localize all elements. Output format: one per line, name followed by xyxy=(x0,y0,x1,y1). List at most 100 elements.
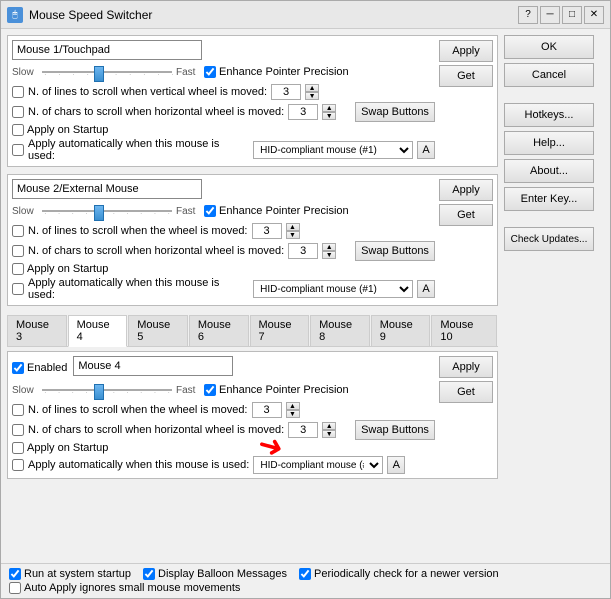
mouse4-auto-checkbox[interactable] xyxy=(12,459,24,471)
mouse1-thumb[interactable] xyxy=(94,66,104,82)
mouse1-chars-input[interactable] xyxy=(288,104,318,120)
mouse1-startup-row: Apply on Startup xyxy=(12,124,435,136)
mouse4-a-button[interactable]: A xyxy=(387,456,405,474)
mouse1-lines-checkbox[interactable] xyxy=(12,86,24,98)
mouse2-chars-checkbox[interactable] xyxy=(12,245,24,257)
tab-mouse3[interactable]: Mouse 3 xyxy=(7,315,67,346)
mouse2-speed-row: Slow ·········· Fast Enhance Pointer Pre… xyxy=(12,203,435,219)
check-updates-button[interactable]: Check Updates... xyxy=(504,227,594,251)
tab-mouse4[interactable]: Mouse 4 xyxy=(68,315,128,347)
mouse4-swap-button[interactable]: Swap Buttons xyxy=(355,420,435,440)
mouse1-lines-input[interactable] xyxy=(271,84,301,100)
startup-checkbox[interactable] xyxy=(9,568,21,580)
tab-mouse8[interactable]: Mouse 8 xyxy=(310,315,370,346)
maximize-button[interactable]: □ xyxy=(562,6,582,24)
mouse4-enabled-row: Enabled xyxy=(12,356,435,380)
mouse2-chars-up[interactable]: ▲ xyxy=(322,243,336,251)
right-panel: OK Cancel Hotkeys... Help... About... En… xyxy=(504,35,604,557)
mouse4-dropdown[interactable]: HID-compliant mouse (#1) xyxy=(253,456,383,474)
mouse4-lines-label: N. of lines to scroll when the wheel is … xyxy=(28,404,248,416)
mouse4-get-button[interactable]: Get xyxy=(439,381,493,403)
mouse4-auto-label: Apply automatically when this mouse is u… xyxy=(28,459,249,471)
mouse2-slider[interactable]: ·········· xyxy=(42,203,172,219)
mouse2-startup-checkbox[interactable] xyxy=(12,263,24,275)
mouse4-startup-checkbox[interactable] xyxy=(12,442,24,454)
tab-mouse6[interactable]: Mouse 6 xyxy=(189,315,249,346)
mouse4-lines-checkbox[interactable] xyxy=(12,404,24,416)
periodic-row: Periodically check for a newer version xyxy=(299,568,499,580)
mouse2-chars-input[interactable] xyxy=(288,243,318,259)
startup-label: Run at system startup xyxy=(24,568,131,580)
enter-key-button[interactable]: Enter Key... xyxy=(504,187,594,211)
mouse2-auto-checkbox[interactable] xyxy=(12,283,24,295)
close-button[interactable]: ✕ xyxy=(584,6,604,24)
mouse1-chars-up[interactable]: ▲ xyxy=(322,104,336,112)
ok-button[interactable]: OK xyxy=(504,35,594,59)
mouse4-chars-input[interactable] xyxy=(288,422,318,438)
mouse2-enhance-checkbox[interactable] xyxy=(204,205,216,217)
mouse1-get-button[interactable]: Get xyxy=(439,65,493,87)
mouse1-speed-row: Slow ·········· Fast Enhance Pointer Pre… xyxy=(12,64,435,80)
mouse1-slider[interactable]: ·········· xyxy=(42,64,172,80)
mouse1-lines-up[interactable]: ▲ xyxy=(305,84,319,92)
mouse2-lines-down[interactable]: ▼ xyxy=(286,231,300,239)
tab-mouse10[interactable]: Mouse 10 xyxy=(431,315,497,346)
mouse2-chars-down[interactable]: ▼ xyxy=(322,251,336,259)
mouse2-a-button[interactable]: A xyxy=(417,280,435,298)
periodic-checkbox[interactable] xyxy=(299,568,311,580)
mouse1-dropdown[interactable]: HID-compliant mouse (#1) xyxy=(253,141,413,159)
mouse2-lines-checkbox[interactable] xyxy=(12,225,24,237)
auto-apply-checkbox[interactable] xyxy=(9,582,21,594)
mouse2-lines-up[interactable]: ▲ xyxy=(286,223,300,231)
mouse1-swap-button[interactable]: Swap Buttons xyxy=(355,102,435,122)
mouse4-lines-up[interactable]: ▲ xyxy=(286,402,300,410)
mouse4-lines-down[interactable]: ▼ xyxy=(286,410,300,418)
main-window: 🖱 Mouse Speed Switcher ? ─ □ ✕ Slow xyxy=(0,0,611,599)
left-panel: Slow ·········· Fast Enhance Pointer Pre… xyxy=(7,35,498,557)
mouse1-enhance-checkbox[interactable] xyxy=(204,66,216,78)
mouse4-chars-down[interactable]: ▼ xyxy=(322,430,336,438)
tab-mouse5[interactable]: Mouse 5 xyxy=(128,315,188,346)
balloon-checkbox[interactable] xyxy=(143,568,155,580)
mouse2-dropdown[interactable]: HID-compliant mouse (#1) xyxy=(253,280,413,298)
tab-mouse7[interactable]: Mouse 7 xyxy=(250,315,310,346)
startup-row: Run at system startup xyxy=(9,568,131,580)
mouse4-left: Enabled Slow ·········· Fa xyxy=(12,356,435,474)
mouse1-a-button[interactable]: A xyxy=(417,141,435,159)
mouse4-chars-checkbox[interactable] xyxy=(12,424,24,436)
mouse1-auto-checkbox[interactable] xyxy=(12,144,24,156)
mouse2-thumb[interactable] xyxy=(94,205,104,221)
mouse4-section: Enabled Slow ·········· Fa xyxy=(7,351,498,479)
mouse1-startup-checkbox[interactable] xyxy=(12,124,24,136)
mouse4-lines-spinner: ▲ ▼ xyxy=(286,402,300,418)
help-btn[interactable]: Help... xyxy=(504,131,594,155)
mouse4-thumb[interactable] xyxy=(94,384,104,400)
help-button[interactable]: ? xyxy=(518,6,538,24)
mouse1-chars-down[interactable]: ▼ xyxy=(322,112,336,120)
mouse4-enhance-checkbox[interactable] xyxy=(204,384,216,396)
mouse4-name-input[interactable] xyxy=(73,356,233,376)
mouse4-lines-input[interactable] xyxy=(252,402,282,418)
mouse2-name-input[interactable] xyxy=(12,179,202,199)
mouse1-apply-button[interactable]: Apply xyxy=(439,40,493,62)
minimize-button[interactable]: ─ xyxy=(540,6,560,24)
mouse4-slider[interactable]: ·········· xyxy=(42,382,172,398)
mouse2-apply-button[interactable]: Apply xyxy=(439,179,493,201)
mouse1-auto-label: Apply automatically when this mouse is u… xyxy=(28,138,249,162)
mouse1-lines-down[interactable]: ▼ xyxy=(305,92,319,100)
cancel-button[interactable]: Cancel xyxy=(504,63,594,87)
mouse1-chars-checkbox[interactable] xyxy=(12,106,24,118)
mouse2-get-button[interactable]: Get xyxy=(439,204,493,226)
about-button[interactable]: About... xyxy=(504,159,594,183)
mouse4-chars-up[interactable]: ▲ xyxy=(322,422,336,430)
mouse1-dots: ·········· xyxy=(44,70,174,79)
mouse4-apply-button[interactable]: Apply xyxy=(439,356,493,378)
mouse2-swap-button[interactable]: Swap Buttons xyxy=(355,241,435,261)
mouse4-enabled-checkbox[interactable] xyxy=(12,362,24,374)
hotkeys-button[interactable]: Hotkeys... xyxy=(504,103,594,127)
mouse2-lines-input[interactable] xyxy=(252,223,282,239)
mouse1-name-input[interactable] xyxy=(12,40,202,60)
periodic-label: Periodically check for a newer version xyxy=(314,568,499,580)
tab-mouse9[interactable]: Mouse 9 xyxy=(371,315,431,346)
mouse4-startup-row: Apply on Startup xyxy=(12,442,435,454)
